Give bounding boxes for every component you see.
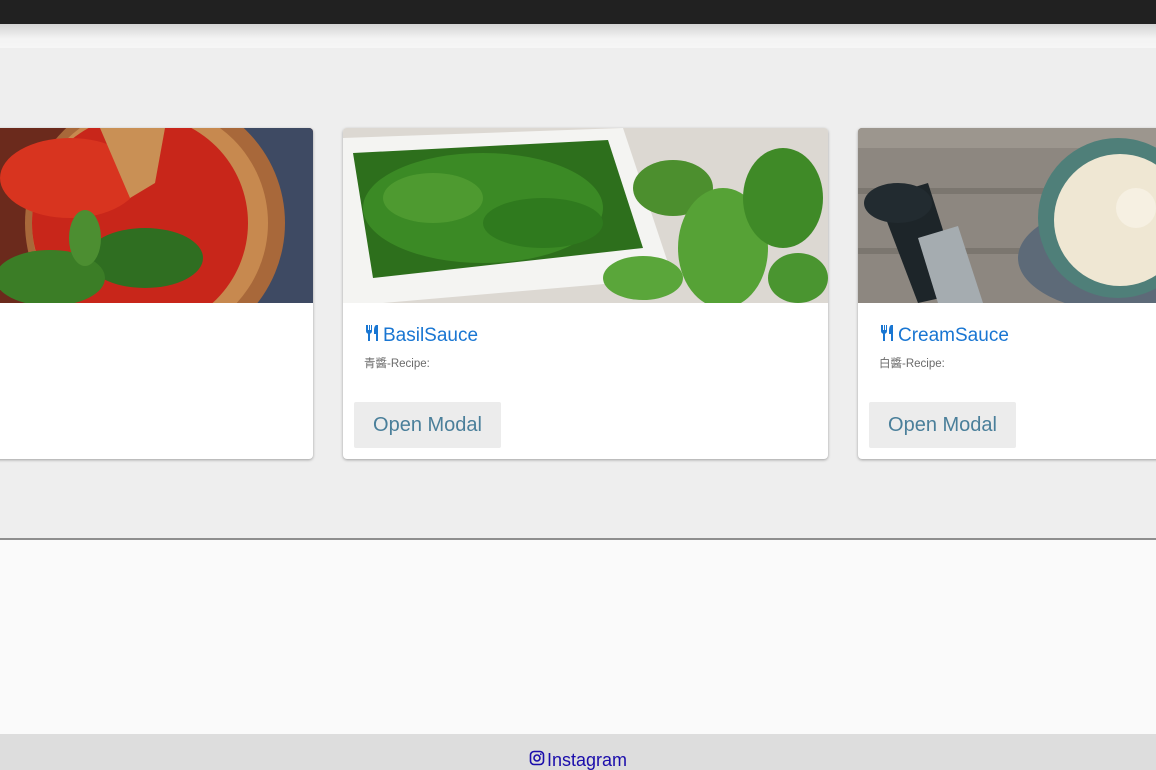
card-title: CreamSauce bbox=[879, 324, 1009, 348]
card-title: BasilSauce bbox=[364, 324, 478, 348]
section-divider bbox=[0, 538, 1156, 540]
open-modal-button[interactable]: Open Modal bbox=[869, 402, 1016, 448]
instagram-icon bbox=[529, 750, 547, 770]
cream-sauce-image bbox=[858, 128, 1156, 303]
tomato-sauce-image bbox=[0, 128, 313, 303]
recipe-card-basil: BasilSauce 青醬-Recipe: Open Modal bbox=[343, 128, 828, 459]
card-title-text: BasilSauce bbox=[383, 325, 479, 346]
card-subtitle: 青醬-Recipe: bbox=[364, 358, 430, 370]
basil-sauce-image bbox=[343, 128, 828, 303]
top-app-bar bbox=[0, 0, 1156, 24]
recipe-card-cream: CreamSauce 白醬-Recipe: Open Modal bbox=[858, 128, 1156, 459]
utensils-icon bbox=[879, 324, 898, 348]
recipe-card-tomato bbox=[0, 128, 313, 459]
card-title-text: CreamSauce bbox=[898, 325, 1009, 346]
open-modal-button[interactable]: Open Modal bbox=[354, 402, 501, 448]
instagram-link[interactable]: Instagram bbox=[529, 750, 627, 770]
footer-link-row: Instagram bbox=[0, 750, 1156, 770]
instagram-link-label: Instagram bbox=[546, 750, 628, 770]
card-subtitle: 白醬-Recipe: bbox=[879, 358, 945, 370]
sub-header-bar bbox=[0, 24, 1156, 48]
utensils-icon bbox=[364, 324, 383, 348]
